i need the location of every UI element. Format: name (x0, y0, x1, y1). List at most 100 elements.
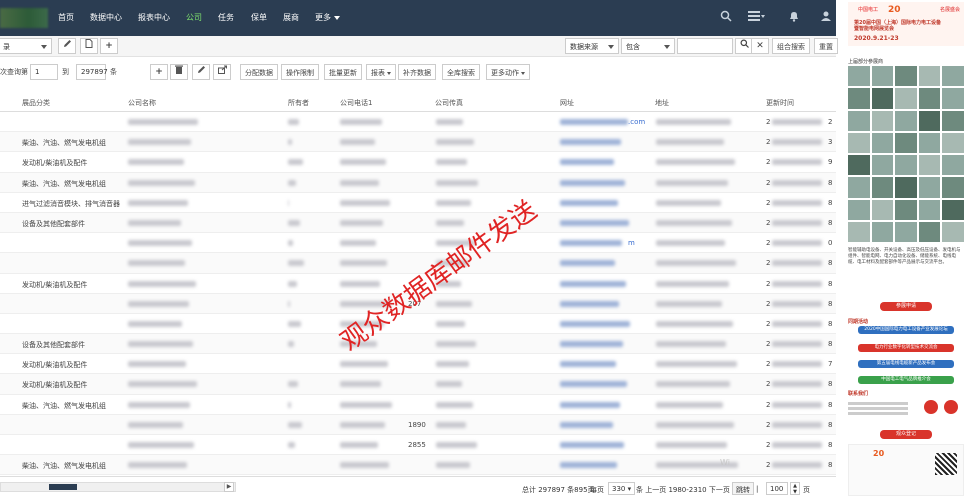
ad-header[interactable]: 中国电工 20 名展盛会 第20届中国（上海）国际电力电工设备暨智能电网展览会 … (848, 2, 964, 46)
ad-register-button[interactable]: 参展申请 (880, 302, 932, 311)
view-select[interactable]: 录 (0, 38, 52, 54)
filter-value-input[interactable] (677, 38, 733, 54)
table-row[interactable]: 柴油、汽油、燃气发电机组 2 3 (0, 132, 836, 153)
redacted-cell[interactable] (560, 260, 615, 267)
edit-button[interactable] (58, 38, 76, 54)
ad-link-1[interactable]: 2020中国国际电力电工设备产业发展论坛 (858, 326, 954, 334)
nav-company[interactable]: 公司 (186, 12, 202, 23)
redacted-cell[interactable] (560, 361, 616, 368)
scroll-right-arrow-icon[interactable]: ▶ (224, 482, 234, 492)
ad-visit-button[interactable]: 观众登记 (880, 430, 932, 439)
add-button[interactable]: + (100, 38, 118, 54)
page-nav-text[interactable]: 条 上一页 1980-2310 下一页 (636, 485, 730, 495)
to-input[interactable]: 297897 (76, 64, 108, 80)
redacted-cell[interactable] (560, 159, 614, 166)
user-icon[interactable] (820, 10, 832, 25)
col-website[interactable]: 网址 (560, 98, 574, 108)
website-link[interactable]: m (628, 239, 635, 247)
redacted-cell[interactable] (560, 219, 629, 226)
nav-data-center[interactable]: 数据中心 (90, 12, 122, 23)
redacted-cell (128, 199, 188, 206)
redacted-cell[interactable] (560, 280, 626, 287)
menu-icon[interactable] (748, 10, 766, 25)
table-row[interactable]: 发动机/柴油机及配件 2 8 (0, 374, 836, 395)
jump-button[interactable]: 跳转 (732, 482, 754, 495)
redacted-cell[interactable] (560, 300, 619, 307)
filter-op-select[interactable]: 包含 (621, 38, 675, 54)
nav-more[interactable]: 更多 (315, 12, 340, 23)
per-page-select[interactable]: 330 ▾ (608, 482, 636, 495)
ad-link-2[interactable]: 电力行业数字化转型技术交流会 (858, 344, 954, 352)
copy-button[interactable] (80, 38, 98, 54)
clear-button[interactable]: ✕ (751, 38, 769, 54)
col-owner[interactable]: 所有者 (288, 98, 309, 108)
from-input[interactable]: 1 (30, 64, 58, 80)
table-row[interactable]: 设备及其他配套部件 2 8 (0, 334, 836, 355)
search-icon[interactable] (720, 10, 732, 25)
page-stepper[interactable]: ▲ ▼ (790, 482, 800, 495)
filter-field-select[interactable]: 数据来源 (565, 38, 619, 54)
ad-photo-grid[interactable] (848, 66, 964, 242)
col-address[interactable]: 地址 (655, 98, 669, 108)
nav-policy[interactable]: 保单 (251, 12, 267, 23)
reset-button[interactable]: 重置 (814, 38, 838, 54)
app-logo[interactable] (0, 8, 48, 28)
redacted-cell[interactable] (560, 462, 617, 469)
table-row[interactable]: 发动机/柴油机及配件 2 7 (0, 354, 836, 375)
share-button[interactable] (213, 64, 231, 80)
redacted-cell[interactable] (560, 240, 622, 247)
full-search-button[interactable]: 全库搜索 (442, 64, 480, 80)
table-row[interactable]: 柴油、汽油、燃气发电机组 2 8 (0, 395, 836, 415)
redacted-cell[interactable] (560, 139, 621, 146)
redacted-cell (128, 462, 187, 469)
table-row[interactable]: m 2 0 (0, 233, 836, 254)
more-actions-dropdown[interactable]: 更多动作 (486, 64, 530, 80)
horizontal-scrollbar[interactable] (0, 482, 236, 492)
combo-search-button[interactable]: 组合搜索 (772, 38, 810, 54)
report-dropdown[interactable]: 报表 (366, 64, 396, 80)
nav-home[interactable]: 首页 (58, 12, 74, 23)
redacted-cell[interactable] (560, 199, 618, 206)
assign-data-button[interactable]: 分配数据 (240, 64, 278, 80)
ad-link-3[interactable]: 第五届电线电缆新产品发布会 (858, 360, 954, 368)
nav-tasks[interactable]: 任务 (218, 12, 234, 23)
fill-data-button[interactable]: 补齐数据 (398, 64, 436, 80)
website-link[interactable]: .com (628, 118, 645, 126)
redacted-cell[interactable] (560, 320, 630, 327)
bulk-update-button[interactable]: 批量更新 (324, 64, 362, 80)
table-row[interactable]: 2855 2 8 (0, 435, 836, 456)
ad-panel[interactable]: 中国电工 20 名展盛会 第20届中国（上海）国际电力电工设备暨智能电网展览会 … (844, 0, 968, 500)
query-label: 次查询第 (0, 68, 28, 76)
table-row[interactable]: 柴油、汽油、燃气发电机组 2 8 (0, 455, 836, 476)
table-row[interactable]: 28 (0, 314, 836, 335)
limit-button[interactable]: 操作限制 (281, 64, 319, 80)
page-input[interactable]: 100 (766, 482, 788, 495)
col-company-name[interactable]: 公司名称 (128, 98, 156, 108)
redacted-cell[interactable] (560, 381, 627, 388)
table-row[interactable]: 柴油、汽油、燃气发电机组 2 8 (0, 172, 836, 193)
col-fax[interactable]: 公司传真 (435, 98, 463, 108)
col-category[interactable]: 展品分类 (22, 98, 50, 108)
redacted-cell[interactable] (560, 119, 628, 125)
add-record-button[interactable]: + (150, 64, 168, 80)
edit-record-button[interactable] (192, 64, 210, 80)
redacted-cell[interactable] (560, 341, 623, 348)
bell-icon[interactable] (788, 10, 800, 25)
scroll-thumb[interactable] (49, 484, 77, 490)
ad-link-4[interactable]: 中国电工电气品牌推介会 (858, 376, 954, 384)
delete-button[interactable] (170, 64, 188, 80)
redacted-cell[interactable] (560, 421, 613, 428)
nav-exhibitors[interactable]: 展商 (283, 12, 299, 23)
table-row[interactable]: 设备及其他配套部件 2 8 (0, 212, 836, 234)
table-row[interactable]: 1890 2 8 (0, 414, 836, 435)
redacted-cell[interactable] (560, 401, 620, 408)
ad-footer[interactable]: 20 (848, 444, 964, 496)
table-row[interactable]: .com 2 2 (0, 112, 836, 133)
table-row[interactable]: 发动机/柴油机及配件 2 9 (0, 152, 836, 173)
table-row[interactable]: 进气过滤消音模块、排气消音器 2 8 (0, 193, 836, 213)
redacted-cell[interactable] (560, 179, 625, 186)
redacted-cell[interactable] (560, 442, 624, 448)
nav-report-center[interactable]: 报表中心 (138, 12, 170, 23)
col-phone[interactable]: 公司电话1 (340, 98, 372, 108)
col-updated[interactable]: 更新时间 (766, 98, 794, 108)
